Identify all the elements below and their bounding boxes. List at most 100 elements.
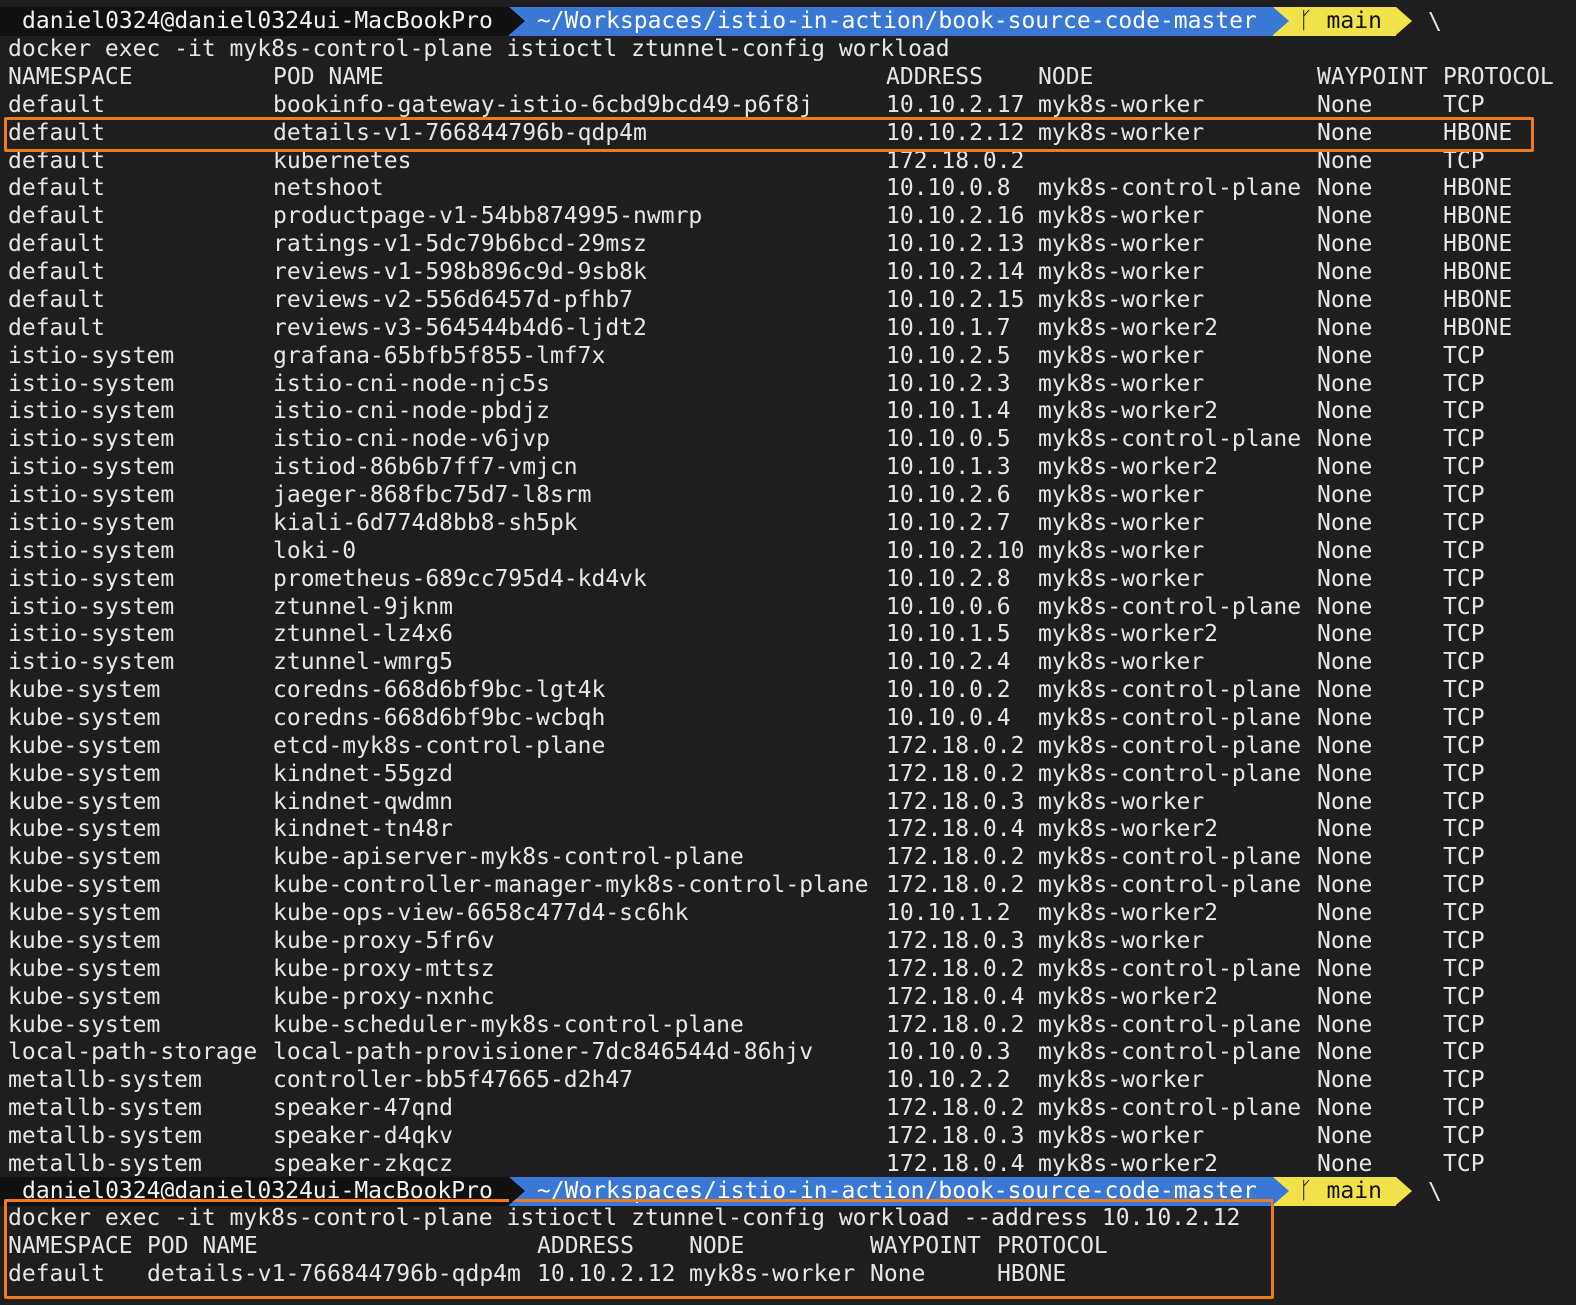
table-row-waypoint: None — [1317, 983, 1373, 1010]
table-row-address: 10.10.2.6 — [886, 482, 1011, 509]
table-row-2-node: myk8s-worker — [689, 1261, 856, 1287]
table-row-protocol: TCP — [1443, 1039, 1485, 1066]
table-row-protocol: TCP — [1443, 426, 1485, 453]
table-row-node: myk8s-control-plane — [1038, 1095, 1302, 1122]
table-row-address: 10.10.1.4 — [886, 398, 1011, 425]
table-row-pod-name: productpage-v1-54bb874995-nwmrp — [273, 203, 703, 230]
table-row-pod-name: kube-scheduler-myk8s-control-plane — [273, 1011, 744, 1038]
table-row-address: 172.18.0.2 — [886, 147, 1025, 174]
terminal-window[interactable]: daniel0324@daniel0324ui-MacBookPro ~/Wor… — [0, 0, 1576, 1305]
table-row-pod-name: kiali-6d774d8bb8-sh5pk — [273, 509, 578, 536]
table-row: istio-system ztunnel-9jknm 10.10.0.6 myk8s-… — [0, 594, 1576, 622]
table-header-2-protocol: PROTOCOL — [997, 1233, 1108, 1259]
table-row-waypoint: None — [1317, 844, 1373, 871]
table-row: kube-system coredns-668d6bf9bc-wcbqh 10.10… — [0, 705, 1576, 733]
table-row-protocol: TCP — [1443, 565, 1485, 592]
table-row-waypoint: None — [1317, 1039, 1373, 1066]
table-row-waypoint: None — [1317, 1011, 1373, 1038]
table-row-waypoint: None — [1317, 705, 1373, 731]
table-row-waypoint: None — [1317, 677, 1373, 704]
table-row: istio-system grafana-65bfb5f855-lmf7x 10.1… — [0, 343, 1576, 371]
table-row-address: 10.10.0.2 — [886, 677, 1011, 704]
table-header-2-namespace: NAMESPACE — [8, 1233, 133, 1259]
table-row-pod-name: speaker-d4qkv — [273, 1123, 454, 1150]
table-row-2-pod-name: details-v1-766844796b-qdp4m — [147, 1261, 521, 1287]
table-row-namespace: default — [8, 91, 105, 118]
table-row-node: myk8s-control-plane — [1038, 1011, 1302, 1038]
table-row-address: 10.10.1.2 — [886, 900, 1011, 927]
table-row-address: 172.18.0.2 — [886, 872, 1025, 899]
table-row-protocol: TCP — [1443, 454, 1485, 481]
table-row-waypoint: None — [1317, 231, 1373, 258]
table-row-protocol: TCP — [1443, 816, 1485, 843]
table-row: metallb-system controller-bb5f47665-d2h47… — [0, 1067, 1576, 1095]
table-row-pod-name: netshoot — [273, 175, 384, 202]
prompt-branch-name: main — [1326, 8, 1382, 34]
table-row-namespace: kube-system — [8, 927, 161, 954]
table-row-address: 10.10.1.3 — [886, 454, 1011, 481]
table-row-protocol: HBONE — [1443, 314, 1513, 341]
table-row-2-namespace: default — [8, 1261, 105, 1287]
table-header-address: ADDRESS — [886, 64, 983, 90]
table-row-node: myk8s-worker2 — [1038, 398, 1219, 425]
table-row-protocol: TCP — [1443, 1011, 1485, 1038]
table-row-address: 10.10.2.3 — [886, 370, 1011, 397]
table-row-waypoint: None — [1317, 955, 1373, 982]
table-row-node: myk8s-worker — [1038, 91, 1205, 118]
table-row-protocol: HBONE — [1443, 119, 1513, 146]
table-row-waypoint: None — [1317, 147, 1373, 174]
table-row-waypoint: None — [1317, 621, 1373, 648]
table-row-waypoint: None — [1317, 454, 1373, 481]
table-row-namespace: istio-system — [8, 537, 175, 564]
table-row-namespace: kube-system — [8, 844, 161, 871]
table-row-address: 10.10.2.2 — [886, 1067, 1011, 1094]
table-row-node: myk8s-worker2 — [1038, 314, 1219, 341]
table-row-namespace: kube-system — [8, 872, 161, 899]
table-row-node: myk8s-control-plane — [1038, 705, 1302, 731]
table-row-address: 10.10.0.6 — [886, 593, 1011, 620]
table-row-pod-name: ztunnel-9jknm — [273, 593, 454, 620]
table-row-pod-name: loki-0 — [273, 537, 357, 564]
prompt-path: ~/Workspaces/istio-in-action/book-source… — [508, 1177, 1289, 1206]
table-header: NAMESPACE POD NAME ADDRESS NODE WAYPOINT PROT… — [0, 64, 1576, 92]
table-row-pod-name: local-path-provisioner-7dc846544d-86hjv — [273, 1039, 814, 1066]
table-row: istio-system istio-cni-node-njc5s 10.10.2.… — [0, 371, 1576, 399]
table-row-protocol: TCP — [1443, 649, 1485, 676]
table-row: kube-system kindnet-tn48r 172.18.0.4 myk8s-… — [0, 816, 1576, 844]
table-row-waypoint: None — [1317, 426, 1373, 453]
table-row-namespace: istio-system — [8, 454, 175, 481]
prompt-git-branch: ᚴ main — [1272, 7, 1413, 36]
branch-icon: ᚴ — [1298, 1178, 1313, 1204]
table-row-waypoint: None — [1317, 119, 1373, 146]
table-row-namespace: default — [8, 314, 105, 341]
table-row-node: myk8s-worker — [1038, 537, 1205, 564]
table-row-waypoint: None — [1317, 1150, 1373, 1177]
table-row-address: 10.10.1.7 — [886, 314, 1011, 341]
table-row: default reviews-v1-598b896c9d-9sb8k 10.10.… — [0, 259, 1576, 287]
table-row-address: 172.18.0.4 — [886, 983, 1025, 1010]
table-row-address: 10.10.1.5 — [886, 621, 1011, 648]
table-row-address: 172.18.0.2 — [886, 955, 1025, 982]
table-row-pod-name: kindnet-qwdmn — [273, 788, 454, 815]
table-row-node: myk8s-worker — [1038, 119, 1205, 146]
table-row-protocol: TCP — [1443, 844, 1485, 871]
table-row-address: 10.10.0.4 — [886, 705, 1011, 731]
table-row-2-address: 10.10.2.12 — [537, 1261, 676, 1287]
table-row-node: myk8s-control-plane — [1038, 872, 1302, 899]
table-row-node: myk8s-control-plane — [1038, 175, 1302, 202]
table-row: metallb-system speaker-zkqcz 172.18.0.4 myk… — [0, 1151, 1576, 1179]
table-row-waypoint: None — [1317, 537, 1373, 564]
table-row-namespace: default — [8, 231, 105, 258]
table-row-address: 172.18.0.2 — [886, 1095, 1025, 1122]
command-line: docker exec -it myk8s-control-plane isti… — [8, 36, 950, 62]
table-row: istio-system istiod-86b6b7ff7-vmjcn 10.10.… — [0, 454, 1576, 482]
table-header-pod-name: POD NAME — [273, 64, 384, 90]
table-row-namespace: metallb-system — [8, 1123, 202, 1150]
table-row: kube-system kube-proxy-nxnhc 172.18.0.4 myk… — [0, 984, 1576, 1012]
table-row-node: myk8s-worker2 — [1038, 816, 1219, 843]
table-row: kube-system etcd-myk8s-control-plane 172.1… — [0, 733, 1576, 761]
table-row-node: myk8s-worker — [1038, 259, 1205, 286]
table-row-node: myk8s-worker — [1038, 565, 1205, 592]
table-row-protocol: TCP — [1443, 593, 1485, 620]
table-row-address: 172.18.0.2 — [886, 732, 1025, 759]
